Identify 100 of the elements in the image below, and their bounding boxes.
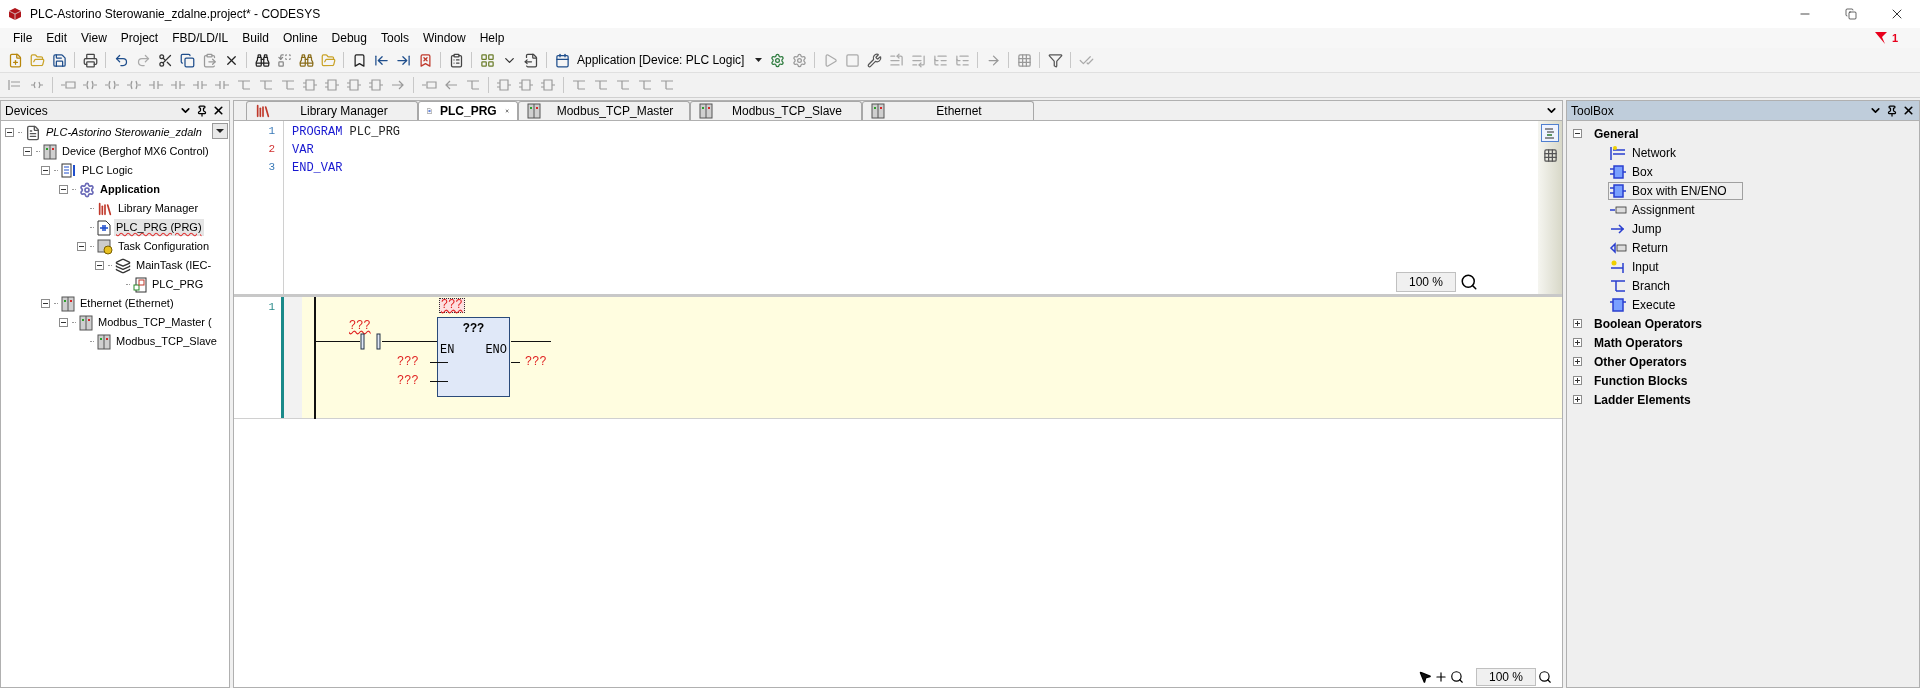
menu-item[interactable]: FBD/LD/IL	[165, 29, 236, 47]
tree-item[interactable]: Application	[98, 181, 162, 198]
toolbox-item[interactable]: Network	[1608, 143, 1697, 162]
function-block[interactable]: ??? EN ENO	[437, 317, 510, 397]
input-variable[interactable]: ???	[397, 353, 425, 371]
editor-tab[interactable]: Library Manager	[246, 101, 418, 120]
device-icon	[43, 143, 57, 160]
toolbox-item[interactable]: Assignment	[1608, 200, 1716, 219]
menu-item[interactable]: Online	[275, 29, 325, 47]
tree-item[interactable]: MainTask (IEC-	[134, 257, 214, 274]
editor-tab[interactable]: Modbus_TCP_Slave	[690, 101, 862, 120]
toolbox-item[interactable]: Return	[1608, 238, 1690, 257]
flag-icon	[1873, 31, 1888, 45]
magnifier-icon[interactable]	[1449, 670, 1464, 684]
expand-toggle[interactable]	[1573, 395, 1582, 404]
toolbox-group[interactable]: Math Operators	[1594, 333, 1683, 352]
line-number: 3	[267, 160, 276, 175]
application-combo[interactable]: Application [Device: PLC Logic]	[577, 50, 762, 70]
expand-toggle[interactable]	[1573, 357, 1582, 366]
pin-icon[interactable]	[196, 104, 208, 117]
zoom-icon[interactable]	[1538, 670, 1552, 684]
toolbox-item[interactable]: Execute	[1608, 295, 1697, 314]
tree-item[interactable]: Device (Berghof MX6 Control)	[60, 143, 211, 160]
toolbox-group[interactable]: Boolean Operators	[1594, 314, 1703, 333]
expand-toggle[interactable]	[1573, 376, 1582, 385]
close-icon[interactable]	[1902, 104, 1915, 117]
editor-tab[interactable]: Ethernet	[862, 101, 1034, 120]
tree-item[interactable]: Task Configuration	[116, 238, 212, 255]
output-variable[interactable]: ???	[525, 353, 547, 371]
device-icon	[699, 103, 713, 119]
ladder-file-icon	[97, 219, 111, 236]
code-keyword: VAR	[292, 142, 314, 159]
restore-icon	[1845, 8, 1857, 20]
tree-item[interactable]: Modbus_TCP_Master (	[96, 314, 214, 331]
menu-item[interactable]: Build	[235, 29, 276, 47]
menu-item[interactable]: View	[74, 29, 114, 47]
tree-item[interactable]: PLC-Astorino Sterowanie_zdaln	[44, 124, 204, 141]
collapse-toggle[interactable]	[41, 299, 50, 308]
close-icon[interactable]	[212, 104, 225, 117]
collapse-toggle[interactable]	[77, 242, 86, 251]
device-icon	[871, 103, 885, 119]
tree-item[interactable]: PLC_PRG	[150, 276, 206, 293]
device-icon	[61, 295, 75, 312]
toolbox-item[interactable]: Input	[1608, 257, 1680, 276]
tree-item[interactable]: PLC Logic	[80, 162, 135, 179]
return-icon	[1609, 239, 1627, 256]
code-keyword: PROGRAM	[292, 124, 343, 141]
caret-icon	[755, 58, 762, 62]
input-variable[interactable]: ???	[397, 372, 425, 390]
collapse-toggle[interactable]	[1573, 129, 1582, 138]
collapse-toggle[interactable]	[23, 147, 32, 156]
table-icon	[1542, 147, 1558, 163]
expand-toggle[interactable]	[1573, 319, 1582, 328]
menu-item[interactable]: Tools	[373, 29, 416, 47]
menu-item[interactable]: Window	[415, 29, 473, 47]
network-number: 1	[267, 300, 276, 315]
books-icon	[255, 103, 271, 119]
expand-toggle[interactable]	[1573, 338, 1582, 347]
tree-item[interactable]: PLC_PRG (PRG)	[114, 219, 204, 236]
zoom-level[interactable]: 100 %	[1395, 272, 1456, 292]
crosshair-icon[interactable]	[1433, 670, 1448, 684]
tree-item[interactable]: Library Manager	[116, 200, 201, 217]
toolbox-group[interactable]: Other Operators	[1594, 352, 1687, 371]
toolbox-item[interactable]: Jump	[1608, 219, 1683, 238]
pointer-icon[interactable]	[1417, 670, 1432, 684]
collapse-toggle[interactable]	[59, 318, 68, 327]
notification-count: 1	[1891, 30, 1898, 46]
menu-item[interactable]: Edit	[39, 29, 75, 47]
toolbox-item[interactable]: Box with EN/ENO	[1608, 181, 1743, 200]
toolbox-group[interactable]: General	[1594, 124, 1639, 143]
toolbox-item[interactable]: Branch	[1608, 276, 1692, 295]
collapse-toggle[interactable]	[41, 166, 50, 175]
tree-item[interactable]: Ethernet (Ethernet)	[78, 295, 176, 312]
rung-line	[382, 341, 437, 342]
collapse-toggle[interactable]	[59, 185, 68, 194]
contact-variable[interactable]: ???	[349, 317, 371, 335]
contact-symbol[interactable]	[360, 333, 382, 350]
collapse-toggle[interactable]	[5, 128, 14, 137]
window-title: PLC-Astorino Sterowanie_zdalne.project* - CODESYS	[30, 6, 322, 23]
editor-tab[interactable]: PLC_PRG	[418, 101, 518, 120]
menu-item[interactable]: Debug	[324, 29, 374, 47]
pin-icon[interactable]	[1886, 104, 1898, 117]
table-view-button[interactable]	[1541, 146, 1559, 164]
dropdown-button[interactable]	[212, 123, 228, 139]
toolbox-group[interactable]: Ladder Elements	[1594, 390, 1691, 409]
tree-item[interactable]: Modbus_TCP_Slave	[114, 333, 219, 350]
toolbox-item[interactable]: Box	[1608, 162, 1674, 181]
document-icon	[25, 124, 41, 141]
zoom-level[interactable]: 100 %	[1475, 668, 1536, 686]
pin-line	[430, 361, 448, 363]
zoom-icon[interactable]	[1460, 273, 1478, 291]
editor-tab[interactable]: Modbus_TCP_Master	[518, 101, 690, 120]
notification-badge[interactable]: 1	[1873, 29, 1898, 47]
text-view-button[interactable]	[1541, 124, 1559, 142]
collapse-toggle[interactable]	[95, 261, 104, 270]
menu-item[interactable]: Project	[113, 29, 166, 47]
menu-item[interactable]: File	[6, 29, 40, 47]
box-instance[interactable]: ???	[439, 298, 465, 313]
toolbox-group[interactable]: Function Blocks	[1594, 371, 1688, 390]
menu-item[interactable]: Help	[472, 29, 512, 47]
